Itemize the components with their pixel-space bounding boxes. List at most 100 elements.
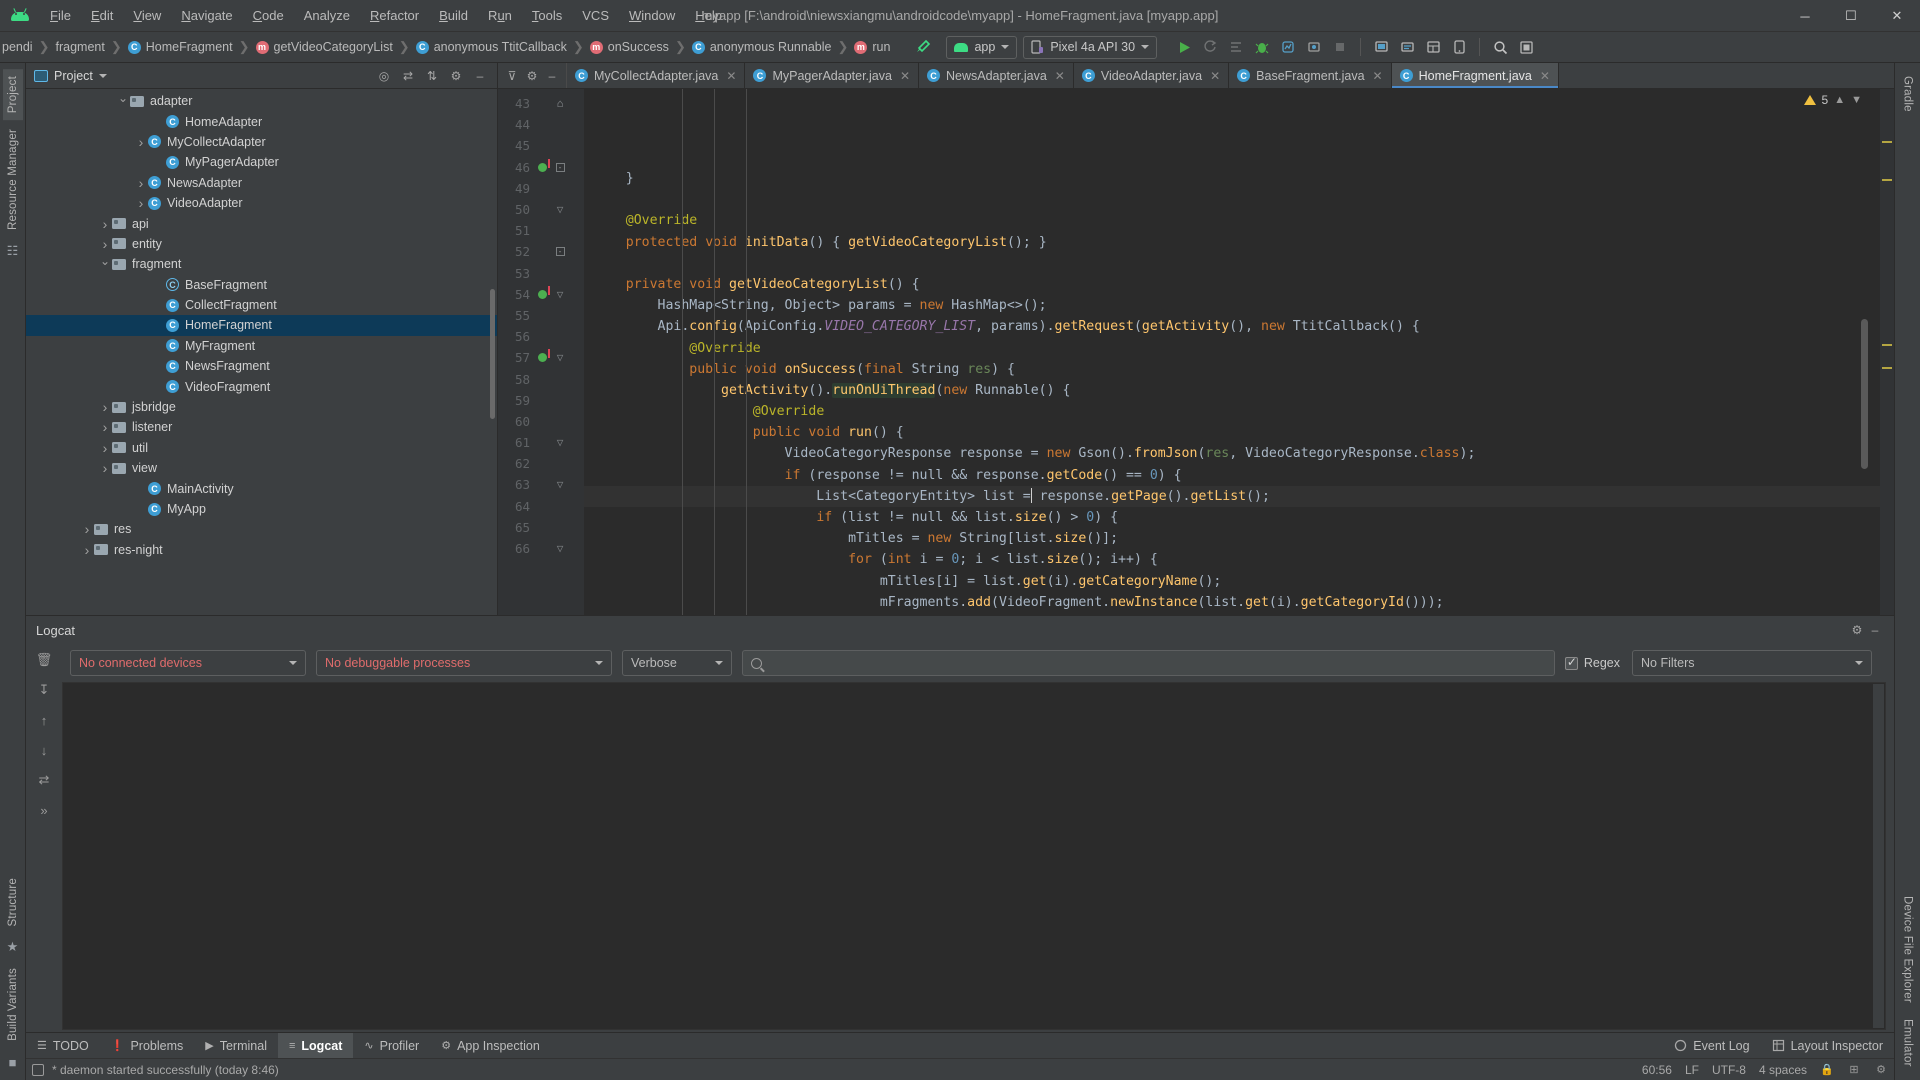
chevron-right-icon[interactable] bbox=[134, 134, 148, 150]
logcat-search-box[interactable] bbox=[742, 650, 1555, 676]
gutter-line[interactable]: 57 ▽ bbox=[498, 347, 584, 368]
favorites-star-icon[interactable]: ★ bbox=[4, 938, 22, 956]
editor-tab-basefragment[interactable]: C BaseFragment.java ✕ bbox=[1229, 63, 1392, 88]
code-fold-icon[interactable]: ▽ bbox=[550, 288, 570, 301]
attach-debugger-button[interactable] bbox=[1301, 35, 1327, 59]
caret-position[interactable]: 60:56 bbox=[1642, 1063, 1672, 1077]
tree-item-mypageradapter[interactable]: C MyPagerAdapter bbox=[26, 152, 497, 172]
sidebar-item-resource-manager[interactable]: Resource Manager bbox=[3, 122, 23, 237]
minimize-button[interactable]: ─ bbox=[1782, 0, 1828, 32]
menu-code[interactable]: Code bbox=[243, 5, 294, 26]
tree-item-homefragment[interactable]: C HomeFragment bbox=[26, 315, 497, 336]
tree-item-adapter[interactable]: adapter bbox=[26, 91, 497, 111]
branch-icon[interactable]: ⊞ bbox=[1847, 1063, 1861, 1077]
code-line[interactable]: Api.config(ApiConfig.VIDEO_CATEGORY_LIST… bbox=[584, 316, 1894, 337]
chevron-down-icon[interactable] bbox=[98, 73, 107, 78]
gutter-line[interactable]: 64 bbox=[498, 496, 584, 517]
sidebar-item-build-variants[interactable]: Build Variants bbox=[3, 961, 23, 1048]
close-tab-icon[interactable]: ✕ bbox=[726, 69, 736, 83]
tree-item-videofragment[interactable]: C VideoFragment bbox=[26, 376, 497, 396]
menu-tools[interactable]: Tools bbox=[522, 5, 572, 26]
scroll-from-source-icon[interactable]: ⊽ bbox=[503, 67, 521, 85]
code-editor[interactable]: 43 ⌂ 44 45 46 - 49 50 ▽ 51 52 - 53 54 ▽ 55 56 57 ▽ 58 59 60 61… bbox=[498, 89, 1894, 615]
gutter-line[interactable]: 65 bbox=[498, 517, 584, 538]
logcat-search-input[interactable] bbox=[768, 656, 1546, 670]
code-fold-icon[interactable]: - bbox=[550, 247, 570, 257]
tree-item-mainactivity[interactable]: C MainActivity bbox=[26, 478, 497, 498]
status-panel-icon[interactable] bbox=[32, 1063, 44, 1076]
chevron-right-icon[interactable] bbox=[134, 175, 148, 191]
notifications-icon[interactable]: ⚙ bbox=[1874, 1063, 1888, 1077]
expand-all-icon[interactable]: ⇄ bbox=[399, 67, 417, 85]
editor-tab-homefragment[interactable]: C HomeFragment.java ✕ bbox=[1391, 63, 1559, 88]
gutter-line[interactable]: 59 bbox=[498, 390, 584, 411]
tree-item-newsadapter[interactable]: C NewsAdapter bbox=[26, 173, 497, 193]
module-selector[interactable]: app bbox=[946, 35, 1018, 59]
code-line[interactable] bbox=[584, 189, 1894, 210]
project-tree-scrollbar[interactable] bbox=[490, 289, 495, 419]
gutter-line[interactable]: 49 bbox=[498, 178, 584, 199]
code-fold-icon[interactable]: ▽ bbox=[550, 542, 570, 555]
tree-item-mycollectadapter[interactable]: C MyCollectAdapter bbox=[26, 132, 497, 152]
tree-item-myapp[interactable]: C MyApp bbox=[26, 499, 497, 519]
debug-button[interactable] bbox=[1249, 35, 1275, 59]
chevron-down-icon[interactable]: ▼ bbox=[1851, 94, 1862, 106]
chevron-right-icon[interactable] bbox=[80, 542, 94, 558]
chevron-right-icon[interactable] bbox=[98, 236, 112, 252]
tree-item-collectfragment[interactable]: C CollectFragment bbox=[26, 295, 497, 315]
sidebar-item-emulator[interactable]: Emulator bbox=[1898, 1012, 1918, 1074]
logcat-settings-gear-icon[interactable]: ⚙ bbox=[1848, 621, 1866, 639]
gutter-line[interactable]: 44 bbox=[498, 114, 584, 135]
run-button[interactable] bbox=[1171, 35, 1197, 59]
menu-window[interactable]: Window bbox=[619, 5, 685, 26]
chevron-right-icon[interactable] bbox=[98, 460, 112, 476]
tree-item-api[interactable]: api bbox=[26, 213, 497, 233]
breadcrumb-item-run[interactable]: m run bbox=[852, 40, 892, 54]
code-line[interactable] bbox=[584, 253, 1894, 274]
clear-logcat-icon[interactable]: 🗑 bbox=[34, 650, 54, 670]
tree-item-util[interactable]: util bbox=[26, 438, 497, 458]
code-fold-icon[interactable]: ⌂ bbox=[550, 97, 570, 110]
code-fold-icon[interactable]: ▽ bbox=[550, 203, 570, 216]
breadcrumb-item-fragment[interactable]: fragment bbox=[54, 40, 107, 54]
code-line[interactable]: List<CategoryEntity> list = response.get… bbox=[584, 485, 1894, 507]
file-encoding[interactable]: UTF-8 bbox=[1712, 1063, 1746, 1077]
menu-file[interactable]: File bbox=[40, 5, 81, 26]
tree-item-homeadapter[interactable]: C HomeAdapter bbox=[26, 111, 497, 131]
gutter-line[interactable]: 58 bbox=[498, 368, 584, 389]
code-line[interactable]: } bbox=[584, 613, 1894, 615]
breakpoint-icon[interactable] bbox=[534, 349, 550, 363]
error-stripe[interactable] bbox=[1880, 89, 1894, 615]
gutter-line[interactable]: 45 bbox=[498, 135, 584, 156]
gutter-line[interactable]: 62 bbox=[498, 453, 584, 474]
apply-changes-button[interactable] bbox=[1197, 35, 1223, 59]
logcat-level-selector[interactable]: Verbose bbox=[622, 650, 732, 676]
tree-item-view[interactable]: view bbox=[26, 458, 497, 478]
logcat-filter-selector[interactable]: No Filters bbox=[1632, 650, 1872, 676]
sidebar-item-device-file-explorer[interactable]: Device File Explorer bbox=[1898, 889, 1918, 1010]
logcat-scrollbar[interactable] bbox=[1873, 684, 1884, 1028]
gutter-line[interactable]: 63 ▽ bbox=[498, 474, 584, 495]
tree-item-res[interactable]: res bbox=[26, 519, 497, 539]
code-line[interactable]: mFragments.add(VideoFragment.newInstance… bbox=[584, 592, 1894, 613]
more-options-icon[interactable]: » bbox=[34, 800, 54, 820]
tree-item-entity[interactable]: entity bbox=[26, 234, 497, 254]
editor-vertical-scrollbar[interactable] bbox=[1861, 319, 1868, 469]
gear-icon[interactable]: ⚙ bbox=[523, 67, 541, 85]
code-line[interactable]: mTitles[i] = list.get(i).getCategoryName… bbox=[584, 571, 1894, 592]
code-line[interactable]: VideoCategoryResponse response = new Gso… bbox=[584, 443, 1894, 464]
gutter-line[interactable]: 46 - bbox=[498, 157, 584, 178]
gutter-line[interactable]: 54 ▽ bbox=[498, 284, 584, 305]
editor-tab-videoadapter[interactable]: C VideoAdapter.java ✕ bbox=[1074, 63, 1230, 88]
code-fold-icon[interactable]: ▽ bbox=[550, 351, 570, 364]
menu-help[interactable]: Help bbox=[685, 5, 732, 26]
close-tab-icon[interactable]: ✕ bbox=[1540, 69, 1550, 83]
bottom-tab-layout-inspector[interactable]: Layout Inspector bbox=[1761, 1033, 1894, 1058]
menu-analyze[interactable]: Analyze bbox=[294, 5, 360, 26]
logcat-output[interactable] bbox=[62, 682, 1886, 1030]
editor-tab-mypageradapter[interactable]: C MyPagerAdapter.java ✕ bbox=[745, 63, 920, 88]
inspection-widget[interactable]: 5 ▲ ▼ bbox=[1803, 93, 1862, 107]
tree-item-myfragment[interactable]: C MyFragment bbox=[26, 336, 497, 356]
sidebar-item-gradle[interactable]: Gradle bbox=[1898, 69, 1918, 119]
lock-icon[interactable]: 🔒 bbox=[1820, 1063, 1834, 1077]
